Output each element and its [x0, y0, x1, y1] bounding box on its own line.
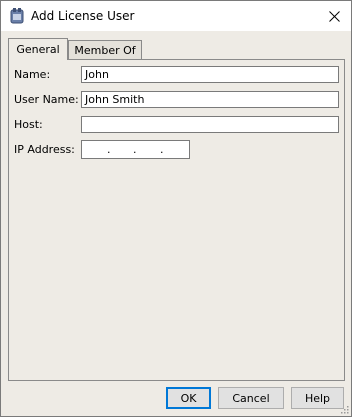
username-label: User Name:	[14, 93, 79, 106]
name-label: Name:	[14, 68, 51, 81]
host-label: Host:	[14, 118, 43, 131]
ip-separator: .	[160, 143, 164, 156]
ip-separator: .	[133, 143, 137, 156]
name-field[interactable]: John	[81, 66, 339, 83]
close-button[interactable]	[317, 1, 351, 31]
host-field[interactable]	[81, 116, 339, 133]
add-license-user-dialog: Add License User General Member Of Name:…	[0, 0, 352, 417]
ip-address-field[interactable]: . . .	[81, 140, 190, 159]
help-button[interactable]: Help	[291, 387, 344, 409]
tab-general-label: General	[16, 43, 60, 56]
ip-address-label: IP Address:	[14, 143, 75, 156]
tab-member-of[interactable]: Member Of	[68, 40, 142, 60]
dialog-body: General Member Of Name: John User Name: …	[1, 31, 351, 416]
general-panel: Name: John User Name: John Smith Host: I…	[8, 59, 345, 381]
tab-general[interactable]: General	[8, 38, 68, 60]
close-icon	[328, 10, 340, 22]
title-bar: Add License User	[1, 1, 351, 31]
ok-button[interactable]: OK	[166, 387, 211, 409]
tab-member-of-label: Member Of	[74, 44, 136, 57]
cancel-button[interactable]: Cancel	[218, 387, 284, 409]
window-title: Add License User	[31, 9, 135, 23]
app-icon	[10, 8, 24, 24]
ip-separator: .	[107, 143, 111, 156]
username-field[interactable]: John Smith	[81, 91, 339, 108]
resize-grip-icon[interactable]	[339, 404, 349, 414]
